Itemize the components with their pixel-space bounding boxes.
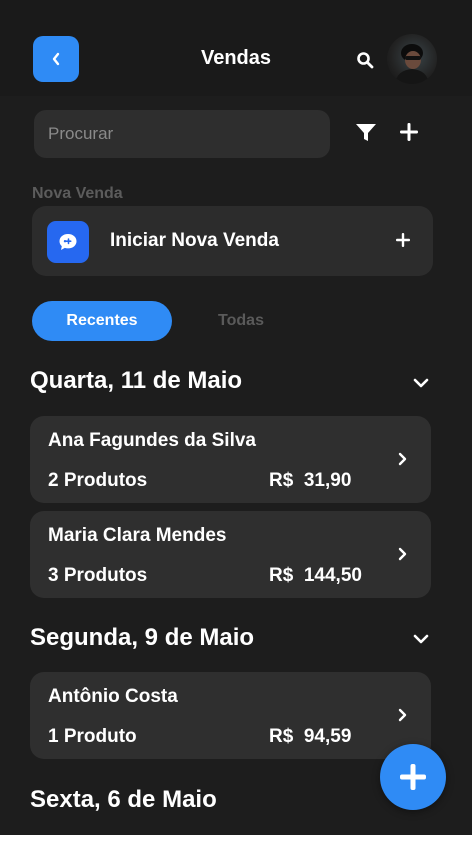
customer-name: Ana Fagundes da Silva — [48, 430, 256, 451]
sale-price: R$ 31,90 — [269, 470, 352, 491]
chevron-right-icon — [398, 452, 407, 466]
sale-price: R$ 144,50 — [269, 565, 362, 586]
product-count: 3 Produtos — [48, 565, 148, 586]
avatar[interactable] — [387, 34, 437, 84]
search-icon[interactable] — [356, 51, 374, 69]
tab-recentes[interactable]: Recentes — [32, 301, 172, 341]
plus-icon — [400, 764, 426, 790]
customer-name: Maria Clara Mendes — [48, 525, 227, 546]
new-sale-section-label: Nova Venda — [32, 185, 123, 202]
user-avatar-icon — [395, 44, 429, 84]
customer-name: Antônio Costa — [48, 686, 178, 707]
app-screen: Vendas Nova Venda I — [0, 0, 472, 835]
plus-icon — [396, 233, 410, 247]
group-date-title: Segunda, 9 de Maio — [30, 624, 255, 651]
group-date-title: Sexta, 6 de Maio — [30, 786, 217, 813]
chevron-down-icon[interactable] — [412, 633, 430, 645]
search-input[interactable] — [34, 110, 330, 158]
header: Vendas — [0, 0, 472, 96]
add-sale-fab[interactable] — [380, 744, 446, 810]
group-date-title: Quarta, 11 de Maio — [30, 367, 243, 394]
chevron-right-icon — [398, 547, 407, 561]
start-new-sale-button[interactable]: Iniciar Nova Venda — [32, 206, 433, 276]
chevron-down-icon[interactable] — [412, 377, 430, 389]
add-button[interactable] — [400, 123, 418, 141]
product-count: 1 Produto — [48, 726, 137, 747]
chat-bubble-icon — [47, 221, 89, 263]
filter-icon[interactable] — [355, 123, 377, 143]
sale-price: R$ 94,59 — [269, 726, 352, 747]
product-count: 2 Produtos — [48, 470, 148, 491]
sale-card[interactable]: Ana Fagundes da Silva 2 Produtos R$ 31,9… — [30, 416, 431, 503]
sale-card[interactable]: Antônio Costa 1 Produto R$ 94,59 — [30, 672, 431, 759]
sale-card[interactable]: Maria Clara Mendes 3 Produtos R$ 144,50 — [30, 511, 431, 598]
tab-todas[interactable]: Todas — [190, 301, 292, 341]
new-sale-label: Iniciar Nova Venda — [110, 230, 279, 251]
chevron-right-icon — [398, 708, 407, 722]
